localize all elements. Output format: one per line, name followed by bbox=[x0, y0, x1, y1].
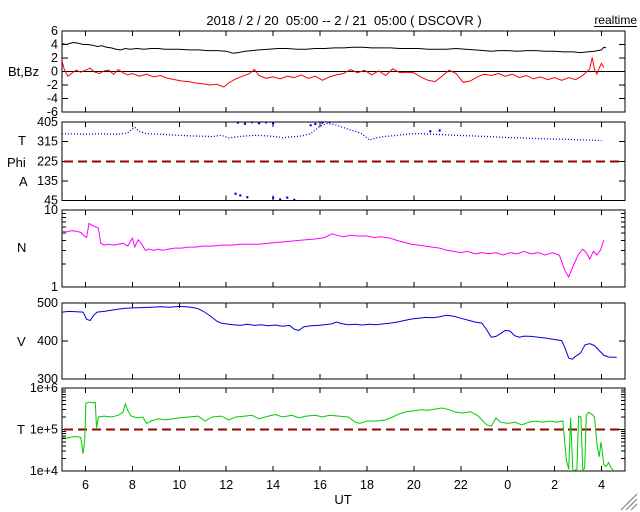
y-tick-label: 1e+5 bbox=[30, 423, 58, 437]
realtime-link[interactable]: realtime bbox=[594, 13, 637, 27]
x-tick-label: 2 bbox=[551, 478, 558, 492]
y-tick-label: 405 bbox=[37, 115, 58, 129]
x-tick-label: 4 bbox=[598, 478, 605, 492]
series-point-Phi-scatter-high bbox=[438, 129, 441, 132]
y-axis-label-n: N bbox=[17, 240, 26, 255]
y-tick-label: 2 bbox=[51, 51, 58, 65]
x-axis-label: UT bbox=[334, 492, 351, 507]
series-point-Phi-scatter-low bbox=[278, 198, 282, 201]
x-tick-label: 16 bbox=[313, 478, 327, 492]
y-tick-label: -4 bbox=[47, 92, 58, 106]
x-tick-label: 0 bbox=[504, 478, 511, 492]
dscovr-plot-window: 2018 / 2 / 20 05:00 -- 2 / 21 05:00 ( DS… bbox=[0, 0, 640, 512]
chart-title: 2018 / 2 / 20 05:00 -- 2 / 21 05:00 ( DS… bbox=[206, 13, 481, 28]
y-tick-label: 1e+4 bbox=[30, 464, 58, 478]
x-tick-label: 8 bbox=[129, 478, 136, 492]
x-tick-label: 6 bbox=[82, 478, 89, 492]
chart-canvas: 2018 / 2 / 20 05:00 -- 2 / 21 05:00 ( DS… bbox=[0, 0, 640, 512]
series-point-Phi-scatter-low bbox=[246, 196, 249, 199]
y-tick-label: 500 bbox=[37, 296, 58, 310]
y-axis-label-v: V bbox=[17, 334, 26, 349]
y-tick-label: 135 bbox=[37, 174, 58, 188]
series-point-Phi-scatter-low bbox=[234, 192, 237, 195]
series-point-Phi-scatter-high bbox=[309, 124, 312, 127]
x-tick-label: 18 bbox=[360, 478, 374, 492]
y-tick-label: 315 bbox=[37, 135, 58, 149]
y-tick-label: -2 bbox=[47, 78, 58, 92]
y-axis-label-phi-a: A bbox=[19, 174, 28, 189]
y-axis-label-t: T bbox=[17, 422, 25, 437]
x-tick-label: 14 bbox=[266, 478, 280, 492]
y-tick-label: 225 bbox=[37, 154, 58, 168]
series-point-Phi-scatter-high bbox=[271, 122, 275, 125]
x-tick-label: 10 bbox=[172, 478, 186, 492]
x-tick-label: 20 bbox=[407, 478, 421, 492]
series-point-Phi-scatter-low bbox=[239, 194, 242, 197]
chart-background bbox=[0, 0, 640, 512]
y-tick-label: 10 bbox=[44, 203, 58, 217]
y-axis-label-phi-t: T bbox=[18, 133, 26, 148]
y-tick-label: 0 bbox=[51, 65, 58, 79]
x-tick-label: 22 bbox=[454, 478, 468, 492]
y-tick-label: 1 bbox=[51, 280, 58, 294]
x-tick-label: 12 bbox=[219, 478, 233, 492]
series-point-Phi-scatter-high bbox=[429, 130, 432, 133]
y-axis-label-btbz: Bt,Bz bbox=[8, 64, 39, 79]
y-tick-label: 6 bbox=[51, 24, 58, 38]
series-point-Phi-scatter-low bbox=[271, 196, 275, 200]
series-point-Phi-scatter-high bbox=[257, 122, 261, 125]
y-tick-label: 1e+6 bbox=[30, 381, 58, 395]
series-point-Phi-scatter-low bbox=[286, 196, 289, 199]
y-axis-label-phi: Phi bbox=[7, 155, 26, 170]
y-tick-label: 4 bbox=[51, 38, 58, 52]
y-tick-label: 400 bbox=[37, 334, 58, 348]
series-point-Phi-scatter-high bbox=[314, 122, 317, 126]
series-point-Phi-scatter-high bbox=[243, 122, 247, 125]
